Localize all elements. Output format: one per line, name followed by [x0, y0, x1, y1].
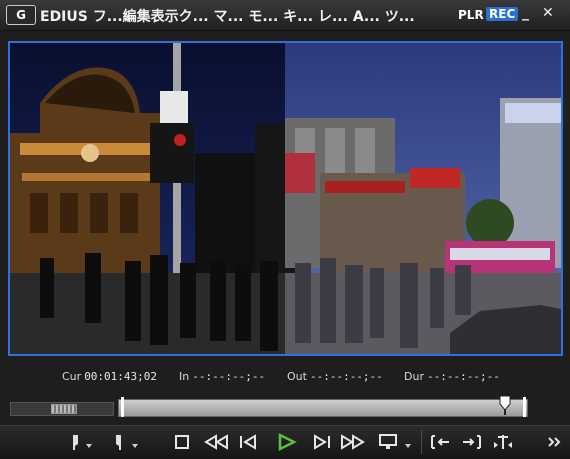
- zoom-scrollbar[interactable]: [10, 402, 114, 416]
- overlay-button[interactable]: [375, 430, 401, 454]
- play-icon: [278, 433, 297, 451]
- rewind-button[interactable]: [201, 430, 231, 454]
- player-mode-label[interactable]: PLR: [458, 8, 484, 22]
- fast-forward-button[interactable]: [338, 430, 368, 454]
- minimize-button[interactable]: _: [522, 5, 529, 21]
- more-button[interactable]: [544, 430, 564, 454]
- timecode-bar: Cur 00:01:43;02 In --:--:--;-- Out --:--:--…: [0, 370, 570, 386]
- set-in-icon: [73, 435, 78, 450]
- overwrite-icon: [463, 435, 481, 449]
- playhead[interactable]: [499, 395, 511, 415]
- in-value: --:--:--;--: [192, 370, 266, 383]
- recorder-mode-label[interactable]: REC: [486, 7, 519, 21]
- position-slider[interactable]: [118, 399, 528, 417]
- duration-value: --:--:--;--: [426, 370, 500, 383]
- out-value: --:--:--;--: [309, 370, 383, 383]
- fast-forward-icon: [341, 434, 365, 450]
- duration-label: Dur: [404, 370, 424, 383]
- in-point-marker[interactable]: [121, 397, 124, 417]
- insert-button[interactable]: [428, 430, 454, 454]
- in-label: In: [179, 370, 190, 383]
- rewind-icon: [204, 434, 228, 450]
- play-button[interactable]: [274, 430, 300, 454]
- window-title: EDIUS フ...編集表示ク... マ... モ... キ... レ... A…: [40, 9, 420, 25]
- position-bar-row: [0, 394, 570, 422]
- stop-icon: [175, 435, 189, 449]
- insert-icon: [431, 435, 449, 449]
- close-button[interactable]: ✕: [542, 5, 554, 21]
- toolbar-separator: [421, 430, 422, 454]
- overlay-dropdown-icon: [405, 444, 411, 448]
- current-timecode: Cur 00:01:43;02: [62, 370, 157, 383]
- current-label: Cur: [62, 370, 82, 383]
- stop-button[interactable]: [169, 430, 195, 454]
- step-back-button[interactable]: [235, 430, 261, 454]
- step-forward-button[interactable]: [309, 430, 335, 454]
- out-dropdown-icon: [132, 444, 138, 448]
- out-dropdown-button[interactable]: [128, 430, 142, 454]
- in-dropdown-icon: [86, 444, 92, 448]
- transport-controls: [0, 425, 570, 459]
- duration-timecode: Dur --:--:--;--: [404, 370, 500, 383]
- overwrite-button[interactable]: [459, 430, 485, 454]
- app-logo: G: [6, 5, 36, 25]
- set-out-icon: [116, 435, 121, 450]
- overlay-icon: [379, 434, 397, 449]
- split-icon: [494, 435, 512, 449]
- out-point-marker[interactable]: [523, 397, 526, 417]
- out-label: Out: [287, 370, 307, 383]
- video-frame-image: [10, 43, 561, 354]
- step-back-icon: [240, 434, 256, 450]
- in-dropdown-button[interactable]: [82, 430, 96, 454]
- step-forward-icon: [314, 434, 330, 450]
- title-bar: G EDIUS フ...編集表示ク... マ... モ... キ... レ...…: [0, 0, 570, 31]
- out-timecode: Out --:--:--;--: [287, 370, 383, 383]
- video-preview[interactable]: [8, 41, 563, 356]
- current-value: 00:01:43;02: [84, 370, 158, 383]
- zoom-scrollbar-thumb[interactable]: [51, 404, 77, 414]
- split-button[interactable]: [490, 430, 516, 454]
- in-timecode: In --:--:--;--: [179, 370, 265, 383]
- overlay-dropdown-button[interactable]: [401, 430, 415, 454]
- more-icon: [548, 437, 561, 447]
